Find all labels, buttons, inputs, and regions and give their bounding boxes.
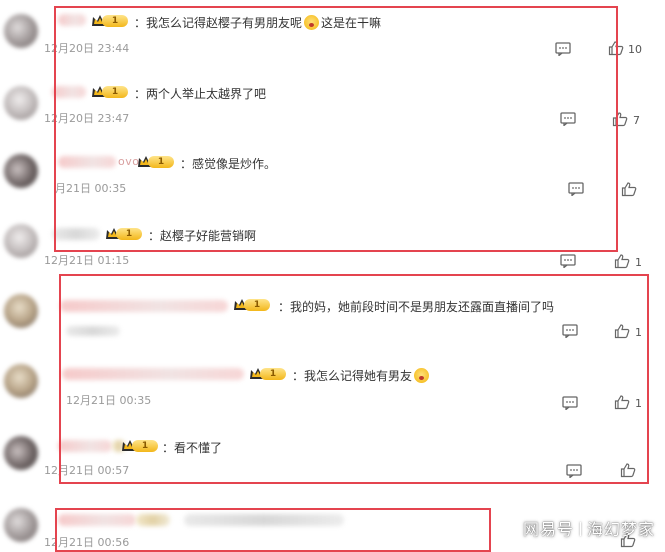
vip-badge: 1 bbox=[248, 366, 286, 382]
reply-icon[interactable] bbox=[568, 182, 584, 196]
comment-item: 1 ：两个人举止太越界了吧 12月20日 23:47 7 bbox=[0, 70, 665, 136]
comment-text-main: ：我怎么记得赵樱子有男朋友呢 bbox=[134, 16, 303, 30]
comment-text: ：赵樱子好能营销啊 bbox=[148, 229, 257, 243]
reply-icon[interactable] bbox=[560, 254, 576, 268]
avatar[interactable] bbox=[4, 436, 38, 470]
comment-text: ：我的妈，她前段时间不是男朋友还露面直播间了吗 bbox=[278, 300, 555, 314]
like-icon[interactable] bbox=[614, 394, 630, 410]
level-label: 1 bbox=[132, 440, 158, 452]
level-label: 1 bbox=[244, 299, 270, 311]
username-blurred[interactable] bbox=[58, 440, 112, 452]
comment-time: 12月20日 23:44 bbox=[44, 42, 130, 55]
vip-badge: 1 bbox=[104, 226, 142, 242]
level-label: 1 bbox=[102, 15, 128, 27]
reply-icon[interactable] bbox=[560, 112, 576, 126]
like-count: 1 bbox=[635, 397, 642, 410]
level-label: 1 bbox=[102, 86, 128, 98]
like-icon[interactable] bbox=[621, 181, 637, 197]
comment-text: ：两个人举止太越界了吧 bbox=[134, 87, 267, 101]
avatar[interactable] bbox=[4, 508, 38, 542]
username-blurred[interactable] bbox=[52, 228, 100, 240]
comment-text-tail: 这是在干嘛 bbox=[321, 16, 382, 30]
watermark-author: 海幻梦家 bbox=[586, 520, 655, 539]
username-blurred[interactable] bbox=[58, 514, 136, 526]
like-icon[interactable] bbox=[614, 323, 630, 339]
comment-item: 1 ：我怎么记得赵樱子有男朋友呢 这是在干嘛 12月20日 23:44 10 bbox=[0, 0, 665, 66]
comment-text: ：我怎么记得赵樱子有男朋友呢 这是在干嘛 bbox=[134, 14, 381, 31]
reply-icon[interactable] bbox=[555, 42, 571, 56]
username-blurred[interactable] bbox=[58, 156, 116, 168]
level-label: 1 bbox=[260, 368, 286, 380]
comment-item: ovo 1 ：感觉像是炒作。 月21日 00:35 bbox=[0, 140, 665, 206]
comment-item: 1 ：我怎么记得她有男友 12月21日 00:35 1 bbox=[0, 352, 665, 418]
reply-icon[interactable] bbox=[562, 396, 578, 410]
reply-icon[interactable] bbox=[566, 464, 582, 478]
username-blurred[interactable] bbox=[136, 514, 170, 526]
like-count: 7 bbox=[633, 114, 640, 127]
comment-time: 12月21日 00:57 bbox=[44, 464, 130, 477]
emoji-icon bbox=[304, 15, 320, 30]
comment-time: 12月21日 01:15 bbox=[44, 254, 130, 267]
avatar[interactable] bbox=[4, 364, 38, 398]
comment-item: 1 ：看不懂了 12月21日 00:57 bbox=[0, 424, 665, 490]
like-icon[interactable] bbox=[614, 253, 630, 269]
like-count: 1 bbox=[635, 256, 642, 269]
comment-item: 1 ：赵樱子好能营销啊 12月21日 01:15 1 bbox=[0, 210, 665, 276]
username-blurred[interactable] bbox=[62, 368, 244, 380]
avatar[interactable] bbox=[4, 224, 38, 258]
comment-time: 月21日 00:35 bbox=[55, 182, 127, 195]
level-label: 1 bbox=[148, 156, 174, 168]
comment-text-main: ：我怎么记得她有男友 bbox=[292, 369, 413, 383]
username-blurred[interactable] bbox=[58, 14, 86, 26]
like-icon[interactable] bbox=[620, 462, 636, 478]
watermark-separator bbox=[579, 522, 581, 536]
comment-text: ：我怎么记得她有男友 bbox=[292, 367, 431, 384]
time-blurred bbox=[66, 326, 120, 336]
watermark: 网易号 海幻梦家 bbox=[523, 516, 655, 540]
watermark-source: 网易号 bbox=[522, 520, 574, 539]
comment-text-blurred bbox=[184, 514, 344, 526]
avatar[interactable] bbox=[4, 14, 38, 48]
like-count: 10 bbox=[628, 43, 642, 56]
vip-badge: 1 bbox=[232, 297, 270, 313]
avatar[interactable] bbox=[4, 294, 38, 328]
comment-time: 12月21日 00:35 bbox=[66, 394, 152, 407]
like-count: 1 bbox=[635, 326, 642, 339]
vip-badge: 1 bbox=[90, 84, 128, 100]
comment-time: 12月21日 00:56 bbox=[44, 536, 130, 549]
vip-badge: 1 bbox=[120, 438, 158, 454]
vip-badge: 1 bbox=[90, 13, 128, 29]
comment-text: ：感觉像是炒作。 bbox=[180, 157, 277, 171]
reply-icon[interactable] bbox=[562, 324, 578, 338]
comment-text: ：看不懂了 bbox=[162, 441, 223, 455]
comment-time: 12月20日 23:47 bbox=[44, 112, 130, 125]
vip-badge: 1 bbox=[136, 154, 174, 170]
comment-item: 1 ：我的妈，她前段时间不是男朋友还露面直播间了吗 1 bbox=[0, 282, 665, 348]
avatar[interactable] bbox=[4, 86, 38, 120]
username-blurred[interactable] bbox=[60, 300, 228, 312]
username-blurred[interactable] bbox=[52, 86, 86, 98]
emoji-icon bbox=[414, 368, 430, 383]
like-icon[interactable] bbox=[612, 111, 628, 127]
avatar[interactable] bbox=[4, 154, 38, 188]
like-icon[interactable] bbox=[608, 40, 624, 56]
level-label: 1 bbox=[116, 228, 142, 240]
